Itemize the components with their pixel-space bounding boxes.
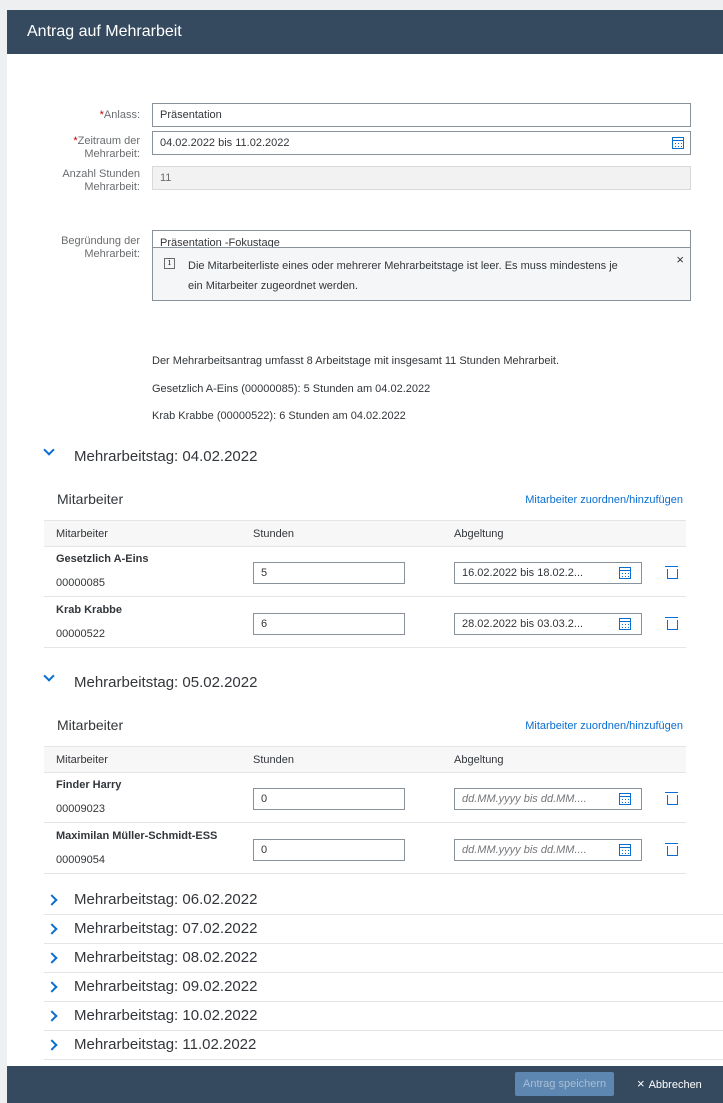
hours-input[interactable]: 0 bbox=[253, 839, 405, 861]
info-icon: i bbox=[164, 258, 175, 269]
close-icon[interactable]: × bbox=[676, 252, 684, 267]
employee-number: 00000085 bbox=[56, 577, 105, 589]
zeitraum-input[interactable]: 04.02.2022 bis 11.02.2022 bbox=[152, 131, 691, 155]
compensation-input[interactable]: 28.02.2022 bis 03.03.2... bbox=[454, 613, 642, 635]
panel-header-collapsed[interactable]: Mehrarbeitstag: 06.02.2022 bbox=[44, 886, 723, 915]
section-title: Mitarbeiter bbox=[57, 491, 124, 507]
panel-title: Mehrarbeitstag: 11.02.2022 bbox=[74, 1036, 257, 1053]
panel-header-collapsed[interactable]: Mehrarbeitstag: 07.02.2022 bbox=[44, 915, 723, 944]
begruendung-label: Begründung der Mehrarbeit: bbox=[61, 235, 140, 260]
employee-number: 00000522 bbox=[56, 628, 105, 640]
panel-header-collapsed[interactable]: Mehrarbeitstag: 09.02.2022 bbox=[44, 973, 723, 1002]
stunden-label: Anzahl Stunden Mehrarbeit: bbox=[62, 168, 140, 193]
table-row: Finder Harry 00009023 0 dd.MM.yyyy bis d… bbox=[44, 773, 686, 823]
panel-title: Mehrarbeitstag: 08.02.2022 bbox=[74, 949, 258, 966]
message-text: Die Mitarbeiterliste eines oder mehrerer… bbox=[188, 260, 618, 292]
close-icon: × bbox=[637, 1076, 645, 1091]
delete-icon[interactable] bbox=[665, 792, 678, 805]
delete-icon[interactable] bbox=[665, 566, 678, 579]
table-row: Maximilan Müller-Schmidt-ESS 00009054 0 … bbox=[44, 824, 686, 874]
panel-title: Mehrarbeitstag: 10.02.2022 bbox=[74, 1007, 258, 1024]
assign-employees-link[interactable]: Mitarbeiter zuordnen/hinzufügen bbox=[525, 494, 683, 506]
stunden-input: 11 bbox=[152, 166, 691, 190]
table-header: Mitarbeiter Stunden Abgeltung bbox=[44, 746, 686, 773]
message-strip: i Die Mitarbeiterliste eines oder mehrer… bbox=[152, 247, 691, 301]
calendar-icon[interactable] bbox=[619, 793, 631, 805]
zeitraum-label: *Zeitraum der Mehrarbeit: bbox=[73, 135, 140, 160]
column-header: Mitarbeiter bbox=[56, 528, 108, 540]
panel-title: Mehrarbeitstag: 09.02.2022 bbox=[74, 978, 258, 995]
table-header: Mitarbeiter Stunden Abgeltung bbox=[44, 520, 686, 547]
hours-input[interactable]: 5 bbox=[253, 562, 405, 584]
compensation-input[interactable]: dd.MM.yyyy bis dd.MM.... bbox=[454, 839, 642, 861]
anlass-input[interactable]: Präsentation bbox=[152, 103, 691, 127]
column-header: Abgeltung bbox=[454, 754, 504, 766]
summary-text: Der Mehrarbeitsantrag umfasst 8 Arbeitst… bbox=[152, 355, 559, 367]
chevron-right-icon[interactable] bbox=[46, 981, 58, 993]
calendar-icon[interactable] bbox=[619, 567, 631, 579]
compensation-input[interactable]: 16.02.2022 bis 18.02.2... bbox=[454, 562, 642, 584]
panel-title: Mehrarbeitstag: 05.02.2022 bbox=[74, 674, 258, 691]
employee-name: Krab Krabbe bbox=[56, 604, 123, 616]
panel-title: Mehrarbeitstag: 07.02.2022 bbox=[74, 920, 258, 937]
hours-input[interactable]: 0 bbox=[253, 788, 405, 810]
dialog-footer: Antrag speichern × Abbrechen bbox=[7, 1066, 723, 1103]
column-header: Stunden bbox=[253, 528, 294, 540]
chevron-down-icon[interactable] bbox=[43, 444, 55, 456]
employee-number: 00009054 bbox=[56, 854, 105, 866]
info-line-3: Krab Krabbe (00000522): 6 Stunden am 04.… bbox=[152, 410, 406, 422]
chevron-right-icon[interactable] bbox=[46, 1039, 58, 1051]
dialog: Antrag auf Mehrarbeit *Anlass: Präsentat… bbox=[7, 10, 723, 1103]
panel-title: Mehrarbeitstag: 04.02.2022 bbox=[74, 448, 258, 465]
dialog-content: *Anlass: Präsentation *Zeitraum der Mehra… bbox=[7, 54, 723, 1066]
chevron-down-icon[interactable] bbox=[43, 670, 55, 682]
panel-header-collapsed[interactable]: Mehrarbeitstag: 08.02.2022 bbox=[44, 944, 723, 973]
chevron-right-icon[interactable] bbox=[46, 894, 58, 906]
calendar-icon[interactable] bbox=[619, 844, 631, 856]
info-line-2: Gesetzlich A-Eins (00000085): 5 Stunden … bbox=[152, 383, 431, 395]
delete-icon[interactable] bbox=[665, 617, 678, 630]
calendar-icon[interactable] bbox=[672, 137, 684, 149]
table-row: Gesetzlich A-Eins 00000085 5 16.02.2022 … bbox=[44, 547, 686, 597]
chevron-right-icon[interactable] bbox=[46, 952, 58, 964]
chevron-right-icon[interactable] bbox=[46, 1010, 58, 1022]
table-row: Krab Krabbe 00000522 6 28.02.2022 bis 03… bbox=[44, 598, 686, 648]
compensation-input[interactable]: dd.MM.yyyy bis dd.MM.... bbox=[454, 788, 642, 810]
employee-name: Finder Harry bbox=[56, 779, 122, 791]
delete-icon[interactable] bbox=[665, 843, 678, 856]
dialog-title: Antrag auf Mehrarbeit bbox=[7, 10, 723, 54]
panel-title: Mehrarbeitstag: 06.02.2022 bbox=[74, 891, 258, 908]
column-header: Stunden bbox=[253, 754, 294, 766]
column-header: Abgeltung bbox=[454, 528, 504, 540]
chevron-right-icon[interactable] bbox=[46, 923, 58, 935]
panel-header-collapsed[interactable]: Mehrarbeitstag: 10.02.2022 bbox=[44, 1002, 723, 1031]
employee-number: 00009023 bbox=[56, 803, 105, 815]
panel-header-collapsed[interactable]: Mehrarbeitstag: 11.02.2022 bbox=[44, 1031, 723, 1060]
calendar-icon[interactable] bbox=[619, 618, 631, 630]
anlass-label: *Anlass: bbox=[99, 109, 140, 121]
column-header: Mitarbeiter bbox=[56, 754, 108, 766]
assign-employees-link[interactable]: Mitarbeiter zuordnen/hinzufügen bbox=[525, 720, 683, 732]
employee-name: Maximilan Müller-Schmidt-ESS bbox=[56, 830, 218, 842]
section-title: Mitarbeiter bbox=[57, 717, 124, 733]
employee-name: Gesetzlich A-Eins bbox=[56, 553, 149, 565]
cancel-button[interactable]: × Abbrechen bbox=[637, 1072, 702, 1096]
hours-input[interactable]: 6 bbox=[253, 613, 405, 635]
save-button[interactable]: Antrag speichern bbox=[515, 1072, 615, 1096]
